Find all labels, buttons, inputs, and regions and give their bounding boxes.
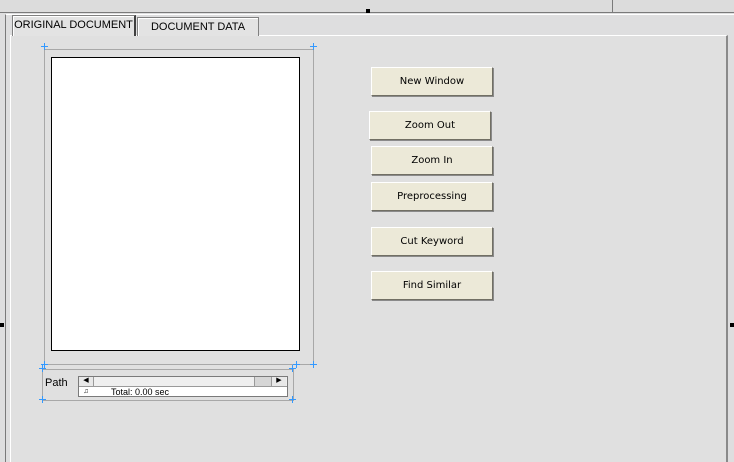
selection-handle-icon [39,396,46,403]
toolbar-marker [366,9,370,13]
path-scrollbar[interactable]: ◀ ▶ [79,377,287,387]
preprocessing-button[interactable]: Preprocessing [371,182,493,211]
zoom-in-button[interactable]: Zoom In [371,146,493,175]
speaker-icon: ♫ [83,388,89,395]
selection-handle-icon [289,365,296,372]
right-edge-marker [730,323,734,327]
document-preview[interactable] [51,57,300,351]
scroll-thumb[interactable] [254,377,271,386]
left-edge-marker [0,323,4,327]
path-value: Total: 0.00 sec [111,387,170,397]
selection-handle-icon [39,365,46,372]
tab-document-data[interactable]: DOCUMENT DATA [137,17,259,36]
selection-handle-icon [310,43,317,50]
new-window-button[interactable]: New Window [371,67,493,96]
zoom-out-button[interactable]: Zoom Out [369,111,491,140]
selection-handle-icon [41,43,48,50]
scroll-right-icon[interactable]: ▶ [271,377,286,386]
scroll-left-icon[interactable]: ◀ [79,377,94,386]
cut-keyword-button[interactable]: Cut Keyword [371,227,493,256]
selection-handle-icon [310,361,317,368]
toolbar-divider [612,0,613,12]
application-window: ORIGINAL DOCUMENT DOCUMENT DATA Path ◀ ▶… [0,0,734,462]
top-toolbar-strip [0,0,734,13]
selection-handle-icon [289,396,296,403]
find-similar-button[interactable]: Find Similar [371,271,493,300]
tab-original-document[interactable]: ORIGINAL DOCUMENT [12,15,136,36]
path-label: Path [45,377,68,389]
path-field[interactable]: ◀ ▶ ♫ Total: 0.00 sec [78,376,288,397]
